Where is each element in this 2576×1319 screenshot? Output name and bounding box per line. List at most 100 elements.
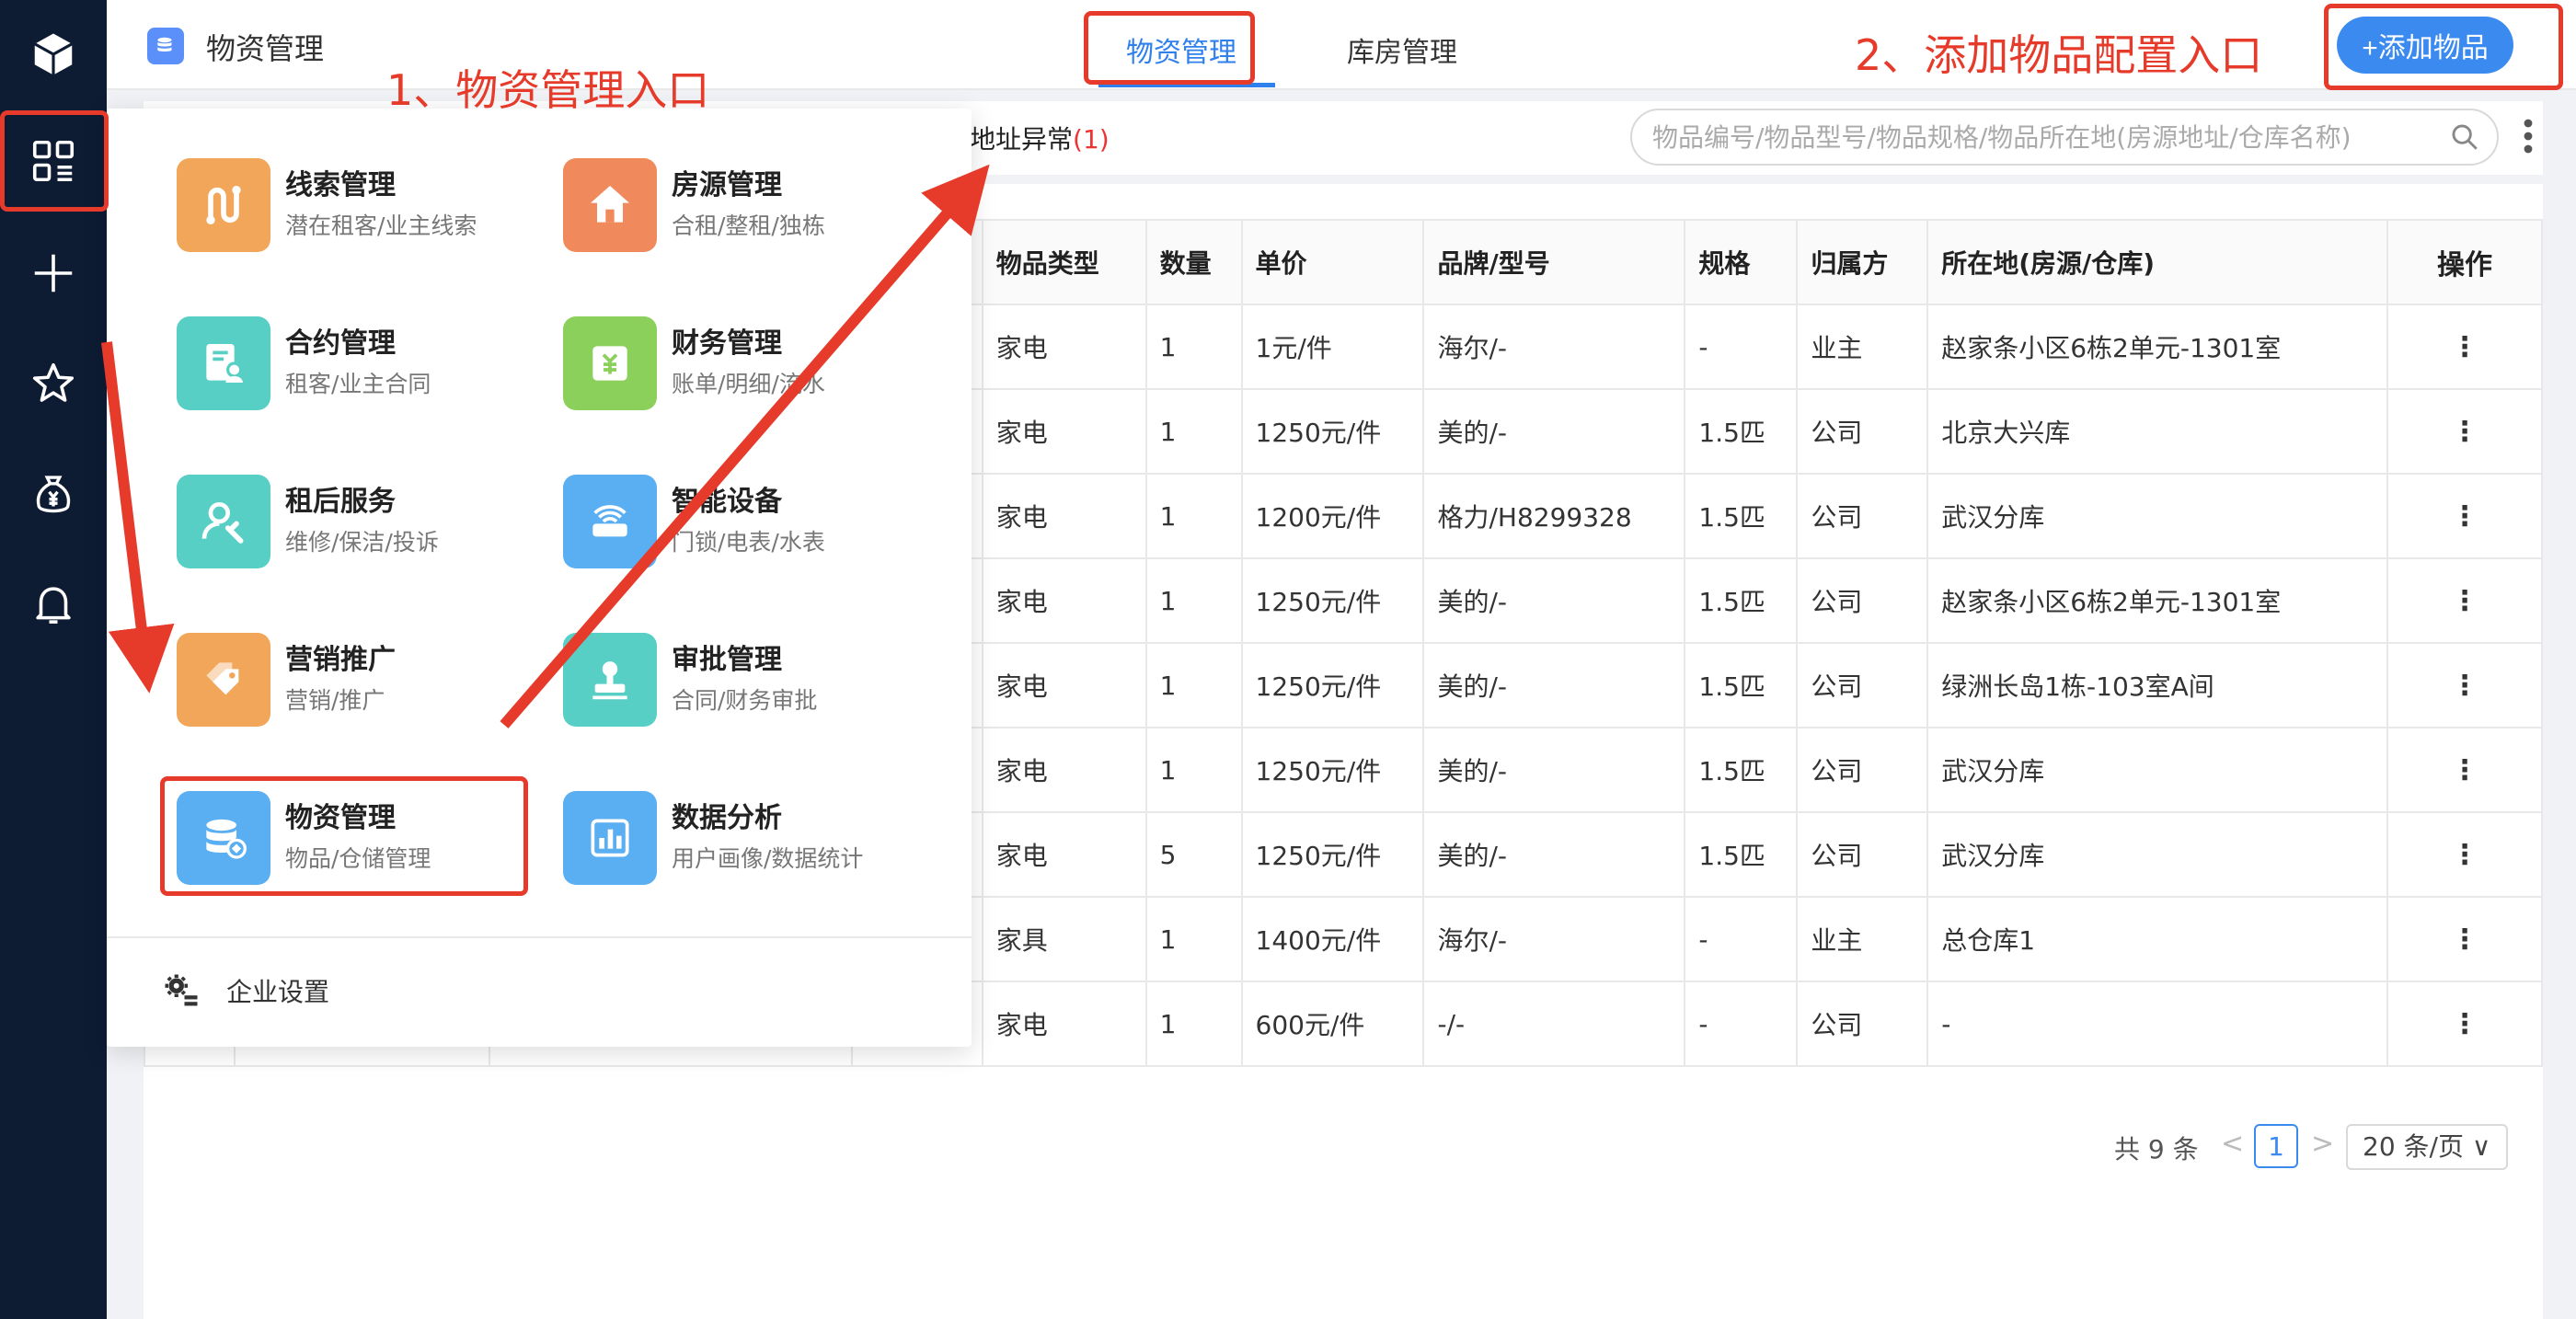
menu-item-name: 财务管理 (672, 327, 782, 360)
chart-icon (563, 791, 657, 885)
menu-item-desc: 账单/明细/流水 (672, 371, 825, 397)
row-actions-button[interactable]: ⋮ (2386, 304, 2543, 390)
star-icon[interactable] (0, 333, 107, 434)
table-cell: 家电 (981, 727, 1147, 813)
menu-item-desc: 维修/保洁/投诉 (285, 529, 439, 556)
row-actions-button[interactable]: ⋮ (2386, 557, 2543, 644)
annotation-highlight-menu-item (160, 776, 528, 896)
table-cell: 美的/- (1422, 388, 1686, 475)
table-cell: 家电 (981, 811, 1147, 898)
table-cell: 1400元/件 (1240, 896, 1425, 982)
table-cell: 1250元/件 (1240, 727, 1425, 813)
menu-item-name: 租后服务 (285, 486, 396, 518)
enterprise-settings-link[interactable]: 企业设置 (162, 971, 329, 1010)
search-icon[interactable] (2449, 121, 2480, 153)
column-header: 规格 (1684, 219, 1799, 305)
table-cell: 1.5匹 (1684, 388, 1799, 475)
table-cell: 美的/- (1422, 727, 1686, 813)
table-cell: 1250元/件 (1240, 811, 1425, 898)
row-actions-button[interactable]: ⋮ (2386, 896, 2543, 982)
table-cell: 1.5匹 (1684, 727, 1799, 813)
table-cell: 格力/H8299328 (1422, 473, 1686, 559)
row-actions-button[interactable]: ⋮ (2386, 388, 2543, 475)
tag-icon (177, 633, 270, 727)
more-options-icon[interactable] (2521, 118, 2536, 155)
annotation-step1: 1、物资管理入口 (386, 65, 710, 115)
column-header: 数量 (1144, 219, 1243, 305)
cube-icon[interactable] (0, 4, 107, 105)
table-cell: 1 (1144, 727, 1243, 813)
column-header: 物品类型 (981, 219, 1147, 305)
route-icon (177, 158, 270, 252)
table-cell: 家具 (981, 896, 1147, 982)
menu-item-chart[interactable]: 数据分析 用户画像/数据统计 (563, 774, 922, 894)
table-cell: - (1684, 304, 1799, 390)
menu-item-finance[interactable]: 财务管理账单/明细/流水 (563, 300, 922, 419)
table-cell: 1.5匹 (1684, 557, 1799, 644)
menu-item-desc: 租客/业主合同 (285, 371, 431, 397)
menu-item-contract[interactable]: 合约管理 租客/业主合同 (177, 300, 535, 419)
menu-item-stamp[interactable]: 审批管理 合同/财务审批 (563, 616, 922, 736)
table-cell: 公司 (1796, 642, 1929, 728)
table-cell: 家电 (981, 642, 1147, 728)
table-cell: 1 (1144, 981, 1243, 1067)
plus-icon[interactable] (0, 223, 107, 324)
table-cell: 1 (1144, 642, 1243, 728)
menu-item-router[interactable]: 智能设备 门锁/电表/水表 (563, 458, 922, 578)
money-bag-icon[interactable] (0, 443, 107, 545)
table-cell: 1 (1144, 473, 1243, 559)
address-anomaly-filter[interactable]: 地址异常(1) (970, 120, 1110, 156)
table-cell: 1200元/件 (1240, 473, 1425, 559)
table-cell: 1.5匹 (1684, 642, 1799, 728)
app-logo-icon (147, 28, 184, 64)
menu-item-name: 房源管理 (672, 169, 782, 201)
table-cell: 1元/件 (1240, 304, 1425, 390)
prev-page-button[interactable]: < (2221, 1128, 2244, 1160)
row-actions-button[interactable]: ⋮ (2386, 642, 2543, 728)
bell-icon[interactable] (0, 554, 107, 655)
finance-icon (563, 316, 657, 410)
column-header: 品牌/型号 (1422, 219, 1686, 305)
table-cell: 1 (1144, 557, 1243, 644)
table-cell: 美的/- (1422, 811, 1686, 898)
table-cell: 业主 (1796, 896, 1929, 982)
menu-item-name: 智能设备 (672, 486, 782, 518)
next-page-button[interactable]: > (2311, 1128, 2334, 1160)
stamp-icon (563, 633, 657, 727)
table-cell: 海尔/- (1422, 896, 1686, 982)
menu-item-route[interactable]: 线索管理 潜在租客/业主线索 (177, 142, 535, 261)
menu-item-house[interactable]: 房源管理 合租/整租/独栋 (563, 142, 922, 261)
table-cell: -/- (1422, 981, 1686, 1067)
enterprise-settings-label: 企业设置 (226, 977, 330, 1007)
table-cell: 总仓库1 (1926, 896, 2389, 982)
table-cell: 武汉分库 (1926, 727, 2389, 813)
address-anomaly-count: (1) (1073, 124, 1110, 155)
table-cell: - (1926, 981, 2389, 1067)
table-cell: 美的/- (1422, 557, 1686, 644)
table-cell: 1 (1144, 388, 1243, 475)
menu-item-tag[interactable]: 营销推广 营销/推广 (177, 616, 535, 736)
table-cell: 家电 (981, 304, 1147, 390)
table-cell: 武汉分库 (1926, 473, 2389, 559)
menu-item-name: 审批管理 (672, 644, 782, 676)
row-actions-button[interactable]: ⋮ (2386, 811, 2543, 898)
row-actions-button[interactable]: ⋮ (2386, 473, 2543, 559)
table-cell: 600元/件 (1240, 981, 1425, 1067)
page-size-select[interactable]: 20 条/页 ∨ (2346, 1124, 2508, 1170)
table-cell: 赵家条小区6栋2单元-1301室 (1926, 557, 2389, 644)
table-cell: 1250元/件 (1240, 388, 1425, 475)
page-number-button[interactable]: 1 (2254, 1124, 2298, 1168)
table-cell: - (1684, 981, 1799, 1067)
house-icon (563, 158, 657, 252)
row-actions-button[interactable]: ⋮ (2386, 981, 2543, 1067)
table-cell: 公司 (1796, 388, 1929, 475)
annotation-highlight-apps (0, 110, 109, 212)
table-cell: 5 (1144, 811, 1243, 898)
table-cell: 1250元/件 (1240, 642, 1425, 728)
table-cell: 海尔/- (1422, 304, 1686, 390)
table-cell: 公司 (1796, 811, 1929, 898)
search-input[interactable] (1652, 110, 2425, 164)
menu-item-service[interactable]: 租后服务维修/保洁/投诉 (177, 458, 535, 578)
row-actions-button[interactable]: ⋮ (2386, 727, 2543, 813)
tab-warehouse[interactable]: 库房管理 (1347, 29, 1457, 70)
